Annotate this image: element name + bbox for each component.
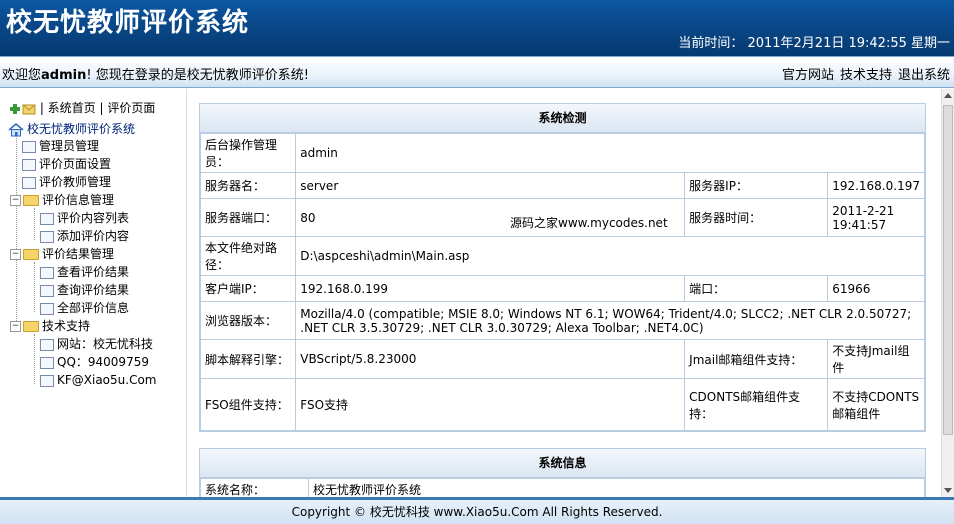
header-banner: 校无忧教师评价系统 当前时间： 2011年2月21日 19:42:55 星期一	[0, 0, 954, 56]
page-icon	[22, 176, 36, 189]
panel-title: 系统信息	[200, 449, 925, 478]
sidebar-topnav: | 系统首页 | 评价页面	[8, 99, 155, 116]
collapse-toggle[interactable]: −	[10, 321, 21, 332]
page-icon	[40, 302, 54, 315]
copyright-text: Copyright © 校无忧科技 www.Xiao5u.Com All Rig…	[291, 505, 663, 519]
add-icon[interactable]	[8, 103, 22, 115]
sidebar-item-email[interactable]: KF@Xiao5u.Com	[40, 371, 157, 389]
sidebar: | 系统首页 | 评价页面 校无忧教师评价系统 管理员管理 评价页面设置 评价教…	[0, 89, 187, 497]
page-icon	[40, 356, 54, 369]
sidebar-item-eval-content-list[interactable]: 评价内容列表	[40, 209, 129, 227]
collapse-toggle[interactable]: −	[10, 249, 21, 260]
footer: Copyright © 校无忧科技 www.Xiao5u.Com All Rig…	[0, 497, 954, 524]
watermark-text: 源码之家www.mycodes.net	[510, 216, 668, 230]
welcome-message: 欢迎您admin! 您现在登录的是校无忧教师评价系统!	[2, 68, 309, 83]
sidebar-item-admin[interactable]: 管理员管理	[22, 137, 99, 155]
welcome-bar: 欢迎您admin! 您现在登录的是校无忧教师评价系统! 官方网站 技术支持 退出系统	[0, 56, 954, 88]
system-info-panel: 系统信息 系统名称： 校无忧教师评价系统	[199, 448, 926, 497]
vertical-scrollbar[interactable]	[941, 89, 954, 497]
page-icon	[40, 338, 54, 351]
table-row: 系统名称： 校无忧教师评价系统	[200, 478, 925, 497]
home-page-link[interactable]: | 系统首页 | 评价页面	[40, 101, 156, 115]
page-icon	[40, 212, 54, 225]
table-row: FSO组件支持： FSO支持 CDONTS邮箱组件支持： 不支持CDONTS邮箱…	[199, 378, 925, 431]
sidebar-item-qq[interactable]: QQ：94009759	[40, 353, 149, 371]
main-content: 系统检测 后台操作管理员： admin 服务器名： server 服务器IP： …	[187, 89, 941, 497]
tech-support-link[interactable]: 技术支持	[840, 68, 892, 83]
logout-link[interactable]: 退出系统	[898, 68, 950, 83]
scroll-down-icon[interactable]	[944, 488, 952, 493]
sidebar-item-eval-teacher[interactable]: 评价教师管理	[22, 173, 111, 191]
system-check-panel: 系统检测 后台操作管理员： admin 服务器名： server 服务器IP： …	[199, 103, 926, 432]
tree-root[interactable]: 校无忧教师评价系统	[8, 120, 135, 138]
sidebar-item-query-results[interactable]: 查询评价结果	[40, 281, 129, 299]
sidebar-item-add-eval-content[interactable]: 添加评价内容	[40, 227, 129, 245]
page-icon	[22, 140, 36, 153]
table-row: 后台操作管理员： admin	[199, 133, 925, 173]
scroll-thumb[interactable]	[943, 105, 953, 435]
page-icon	[40, 230, 54, 243]
folder-icon	[23, 249, 39, 260]
app-title: 校无忧教师评价系统	[6, 8, 250, 38]
sidebar-folder-eval-info[interactable]: − 评价信息管理	[10, 191, 114, 209]
page-icon	[40, 374, 54, 387]
sidebar-folder-eval-result[interactable]: − 评价结果管理	[10, 245, 114, 263]
system-info-table: 系统名称： 校无忧教师评价系统	[200, 478, 925, 497]
folder-icon	[23, 321, 39, 332]
panel-title: 系统检测	[200, 104, 925, 133]
scroll-up-icon[interactable]	[944, 93, 952, 98]
folder-icon	[23, 195, 39, 206]
sidebar-item-eval-page-settings[interactable]: 评价页面设置	[22, 155, 111, 173]
page-icon	[40, 284, 54, 297]
sidebar-item-view-results[interactable]: 查看评价结果	[40, 263, 129, 281]
sidebar-item-website[interactable]: 网站：校无忧科技	[40, 335, 153, 353]
page-icon	[40, 266, 54, 279]
username: admin	[41, 68, 87, 83]
table-row: 脚本解释引擎： VBScript/5.8.23000 Jmail邮箱组件支持： …	[199, 339, 925, 379]
official-site-link[interactable]: 官方网站	[782, 68, 834, 83]
table-row: 本文件绝对路径： D:\aspceshi\admin\Main.asp	[199, 236, 925, 276]
current-time: 当前时间： 2011年2月21日 19:42:55 星期一	[678, 36, 950, 51]
page-icon	[22, 158, 36, 171]
collapse-toggle[interactable]: −	[10, 195, 21, 206]
top-links: 官方网站 技术支持 退出系统	[776, 64, 950, 83]
table-row: 浏览器版本： Mozilla/4.0 (compatible; MSIE 8.0…	[199, 301, 925, 340]
table-row: 客户端IP： 192.168.0.199 端口： 61966	[199, 275, 925, 302]
table-row: 服务器名： server 服务器IP： 192.168.0.197	[199, 172, 925, 199]
sidebar-item-all-info[interactable]: 全部评价信息	[40, 299, 129, 317]
mail-icon[interactable]	[22, 103, 36, 115]
home-icon	[8, 122, 24, 137]
sidebar-folder-tech-support[interactable]: − 技术支持	[10, 317, 90, 335]
system-check-table: 后台操作管理员： admin 服务器名： server 服务器IP： 192.1…	[199, 133, 925, 431]
